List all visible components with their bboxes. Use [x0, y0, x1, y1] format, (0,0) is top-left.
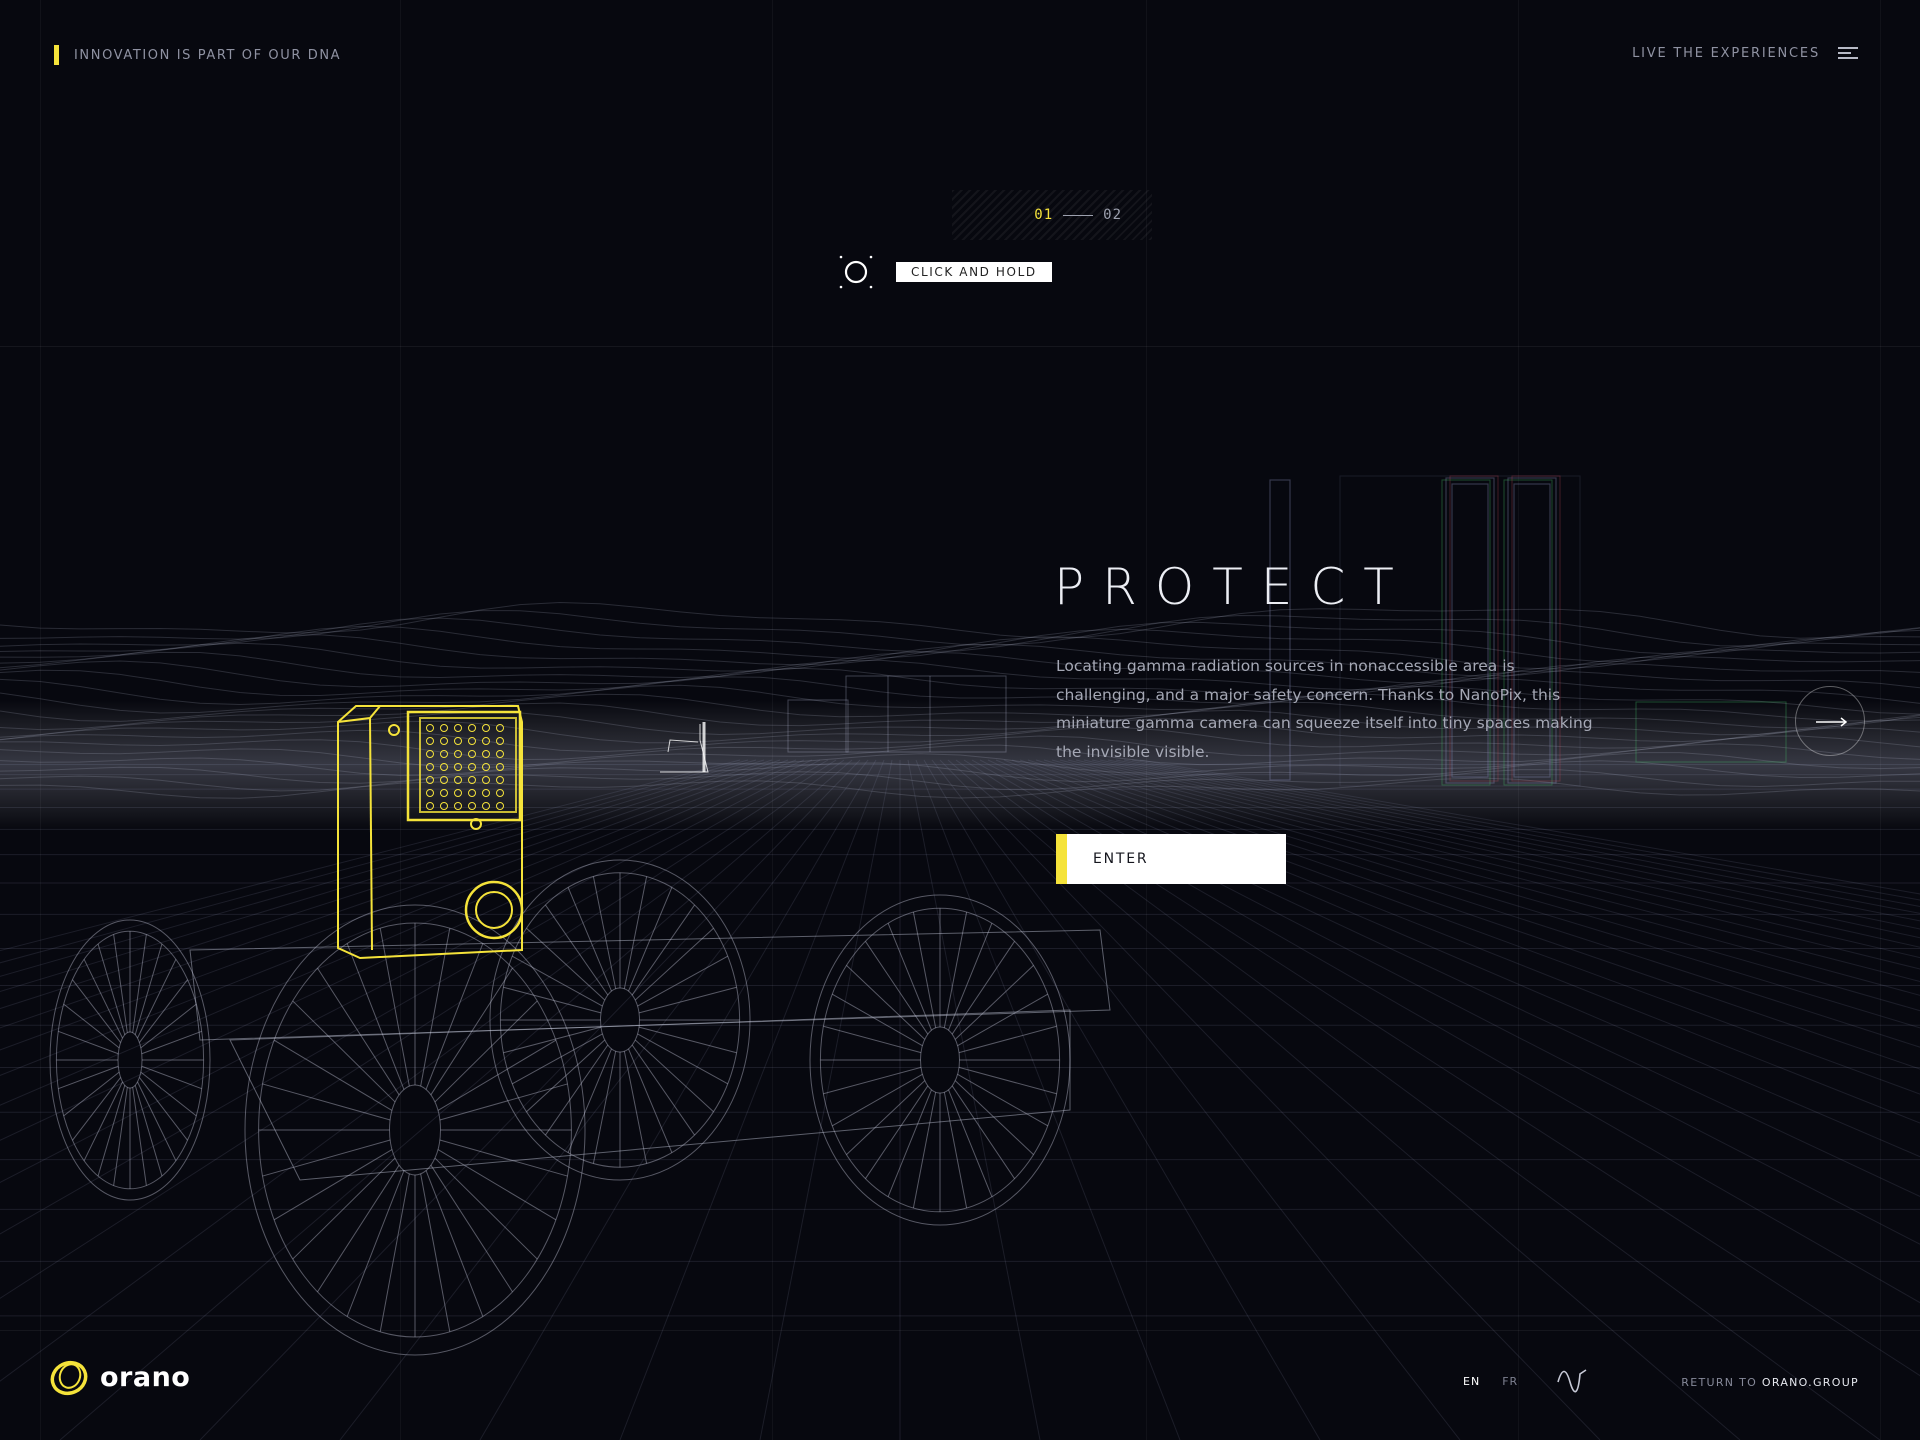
- description-text: Locating gamma radiation sources in nona…: [1056, 657, 1593, 761]
- next-slide-button[interactable]: [1795, 686, 1865, 756]
- pager-current[interactable]: 01: [1034, 207, 1053, 223]
- pager-separator: [1063, 214, 1094, 216]
- language-switcher: EN FR: [1463, 1375, 1518, 1388]
- hold-circle-icon[interactable]: [838, 254, 874, 290]
- hamburger-menu-icon[interactable]: [1838, 45, 1858, 61]
- slide-pager: 01 02: [952, 190, 1152, 240]
- robot-vehicle-wireframe: [189, 929, 1111, 1181]
- orano-ring-icon: [50, 1360, 88, 1396]
- orano-logo[interactable]: orano: [48, 1356, 190, 1398]
- header-tagline: INNOVATION IS PART OF OUR DNA: [54, 45, 341, 65]
- enter-label: ENTER: [1093, 851, 1149, 867]
- enter-accent-bar: [1056, 834, 1067, 884]
- click-and-hold-label[interactable]: CLICK AND HOLD: [896, 262, 1052, 282]
- lang-fr[interactable]: FR: [1502, 1375, 1518, 1388]
- return-link[interactable]: RETURN TO ORANO.GROUP: [1681, 1376, 1859, 1389]
- tagline-text: INNOVATION IS PART OF OUR DNA: [74, 47, 342, 63]
- lang-en[interactable]: EN: [1463, 1375, 1480, 1388]
- experiences-link[interactable]: LIVE THE EXPERIENCES: [1632, 46, 1820, 61]
- tagline-accent-bar: [54, 45, 59, 65]
- click-and-hold-control[interactable]: CLICK AND HOLD: [838, 254, 1052, 290]
- floor-grid: [0, 759, 1920, 1440]
- return-site[interactable]: ORANO.GROUP: [1762, 1376, 1859, 1389]
- enter-button[interactable]: ENTER: [1056, 834, 1286, 884]
- logo-text: orano: [100, 1361, 191, 1393]
- page-title: PROTECT: [1054, 558, 1412, 616]
- header-nav: LIVE THE EXPERIENCES: [1632, 45, 1858, 61]
- pager-total[interactable]: 02: [1103, 207, 1122, 223]
- arrow-right-icon: [1816, 717, 1848, 727]
- return-prefix: RETURN TO: [1681, 1376, 1758, 1389]
- sound-wave-icon[interactable]: [1556, 1366, 1588, 1396]
